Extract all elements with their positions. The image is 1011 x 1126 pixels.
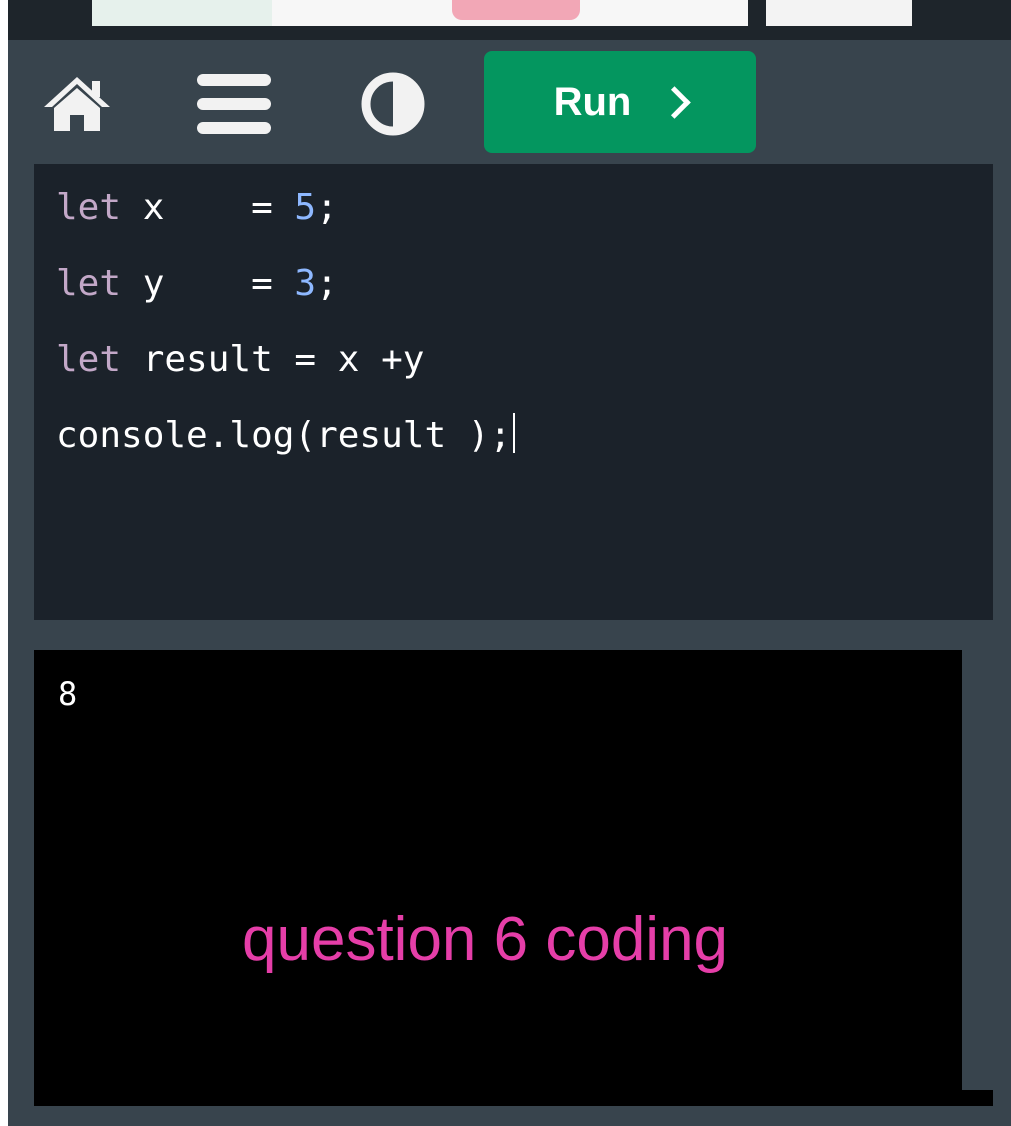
- chevron-right-icon: [658, 85, 692, 119]
- code-text: ;: [316, 263, 338, 304]
- code-line: console.log(result );: [56, 390, 993, 482]
- bottom-padding: [8, 1106, 1011, 1126]
- home-button[interactable]: [42, 72, 112, 136]
- code-keyword: let: [56, 339, 122, 380]
- run-button[interactable]: Run: [484, 51, 756, 153]
- code-keyword: let: [56, 263, 122, 304]
- app-frame: Run let x = 5; let y = 3; let result = x…: [8, 0, 1011, 1126]
- code-number: 3: [294, 263, 317, 304]
- text-cursor: [513, 413, 516, 453]
- ad-image-left: [92, 0, 272, 26]
- code-text: console.log(result );: [56, 415, 512, 456]
- ad-banner[interactable]: [8, 0, 1011, 40]
- console-corner: [962, 1090, 993, 1106]
- toolbar: Run: [8, 40, 1011, 164]
- code-keyword: let: [56, 187, 122, 228]
- code-text: ;: [316, 187, 338, 228]
- output-console: 8: [34, 650, 962, 1106]
- menu-icon: [197, 74, 271, 134]
- theme-toggle-button[interactable]: [358, 72, 428, 136]
- home-icon: [44, 77, 110, 131]
- code-number: 5: [294, 187, 317, 228]
- ad-image-right: [766, 0, 912, 26]
- ad-button: [452, 0, 580, 20]
- code-text: result = x +y: [121, 339, 425, 380]
- console-scrollbar-track[interactable]: [962, 650, 993, 1090]
- code-text: x =: [121, 187, 295, 228]
- run-button-label: Run: [553, 79, 632, 124]
- code-editor[interactable]: let x = 5; let y = 3; let result = x +y …: [34, 164, 993, 620]
- overlay-caption: question 6 coding: [242, 905, 729, 974]
- console-output: 8: [58, 675, 78, 713]
- code-text: y =: [121, 263, 295, 304]
- menu-button[interactable]: [194, 72, 274, 136]
- contrast-icon: [361, 72, 425, 136]
